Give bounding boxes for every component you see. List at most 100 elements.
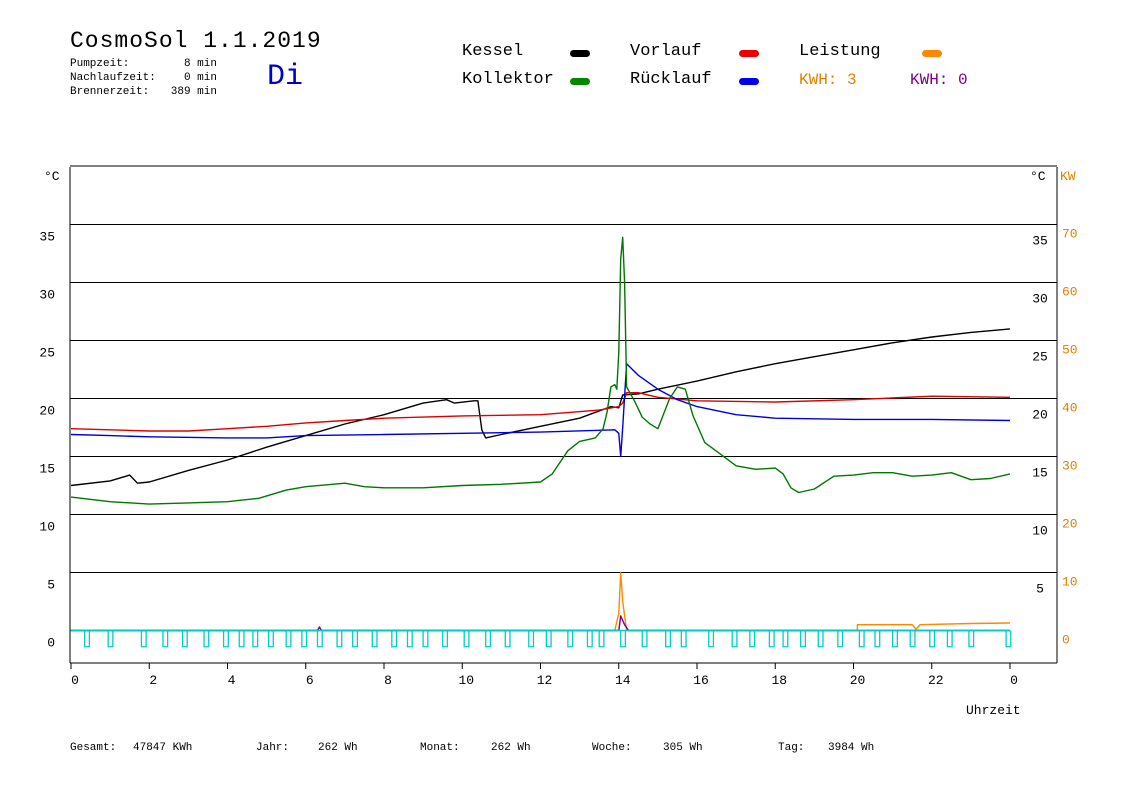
pump-pulse-17 <box>406 630 413 648</box>
pump-pulse-43 <box>909 630 916 648</box>
pump-pulse-29 <box>641 630 648 648</box>
pump-pulse-20 <box>463 630 470 648</box>
pump-pulse-41 <box>874 630 881 648</box>
y-tick-right-kw-40: 40 <box>1062 401 1078 416</box>
x-tick-2: 4 <box>228 673 236 688</box>
chart-grid <box>70 224 1057 669</box>
pump-pulse-21 <box>485 630 492 648</box>
y-tick-left-20: 20 <box>39 404 55 419</box>
footer-monat-label: Monat: <box>420 742 460 754</box>
chart-axes <box>69 165 1058 664</box>
footer-jahr-label: Jahr: <box>256 742 290 754</box>
pump-pulse-1 <box>107 630 114 648</box>
y-tick-right-kw-0: 0 <box>1062 633 1070 648</box>
y-tick-right-c-30: 30 <box>1032 292 1048 307</box>
footer-woche-label: Woche: <box>592 742 632 754</box>
y-tick-right-c-15: 15 <box>1032 466 1048 481</box>
pump-pulse-28 <box>620 630 627 648</box>
x-tick-4: 8 <box>384 673 392 688</box>
series-kessel <box>70 328 1011 487</box>
temperature-chart: °C °C KW Uhrzeit 05101520253035510152025… <box>39 165 1078 718</box>
x-tick-5: 10 <box>458 673 474 688</box>
x-tick-9: 18 <box>771 673 787 688</box>
x-tick-6: 12 <box>537 673 553 688</box>
series-leistung <box>71 571 1011 632</box>
y-tick-right-kw-20: 20 <box>1062 517 1078 532</box>
x-tick-12: 0 <box>1010 673 1018 688</box>
pump-pulses <box>70 629 1012 648</box>
pump-pulse-45 <box>946 630 953 648</box>
y-tick-right-kw-50: 50 <box>1062 343 1078 358</box>
pump-pulse-25 <box>567 630 574 648</box>
pump-pulse-46 <box>968 630 975 648</box>
pump-pulse-32 <box>708 630 715 648</box>
y-tick-left-25: 25 <box>39 346 55 361</box>
pump-pulse-39 <box>837 630 844 648</box>
series-r-cklauf <box>70 363 1011 458</box>
pump-pulse-35 <box>768 630 775 648</box>
pump-pulse-0 <box>84 630 91 648</box>
right-unit-label-c: °C <box>1030 169 1046 184</box>
x-tick-8: 16 <box>693 673 709 688</box>
pump-pulse-24 <box>545 630 552 648</box>
footer-monat-value: 262 Wh <box>491 742 531 754</box>
x-tick-1: 2 <box>149 673 157 688</box>
pump-pulse-38 <box>817 630 824 648</box>
y-tick-left-35: 35 <box>39 230 55 245</box>
x-tick-0: 0 <box>71 673 79 688</box>
x-tick-10: 20 <box>850 673 866 688</box>
pump-pulse-16 <box>391 630 398 648</box>
pump-pulse-37 <box>800 630 807 648</box>
y-tick-right-c-25: 25 <box>1032 350 1048 365</box>
pump-pulse-44 <box>929 630 936 648</box>
footer-jahr-value: 262 Wh <box>318 742 358 754</box>
x-axis-label: Uhrzeit <box>966 703 1021 718</box>
pump-pulse-12 <box>316 630 323 648</box>
footer-tag-label: Tag: <box>778 742 805 754</box>
pump-pulse-47 <box>1005 630 1012 648</box>
y-tick-right-c-10: 10 <box>1032 524 1048 539</box>
pump-pulse-13 <box>336 630 343 648</box>
pump-pulse-15 <box>371 630 378 648</box>
footer-gesamt-label: Gesamt: <box>70 742 117 754</box>
x-tick-3: 6 <box>306 673 314 688</box>
pump-pulse-3 <box>162 630 169 648</box>
y-tick-right-c-5: 5 <box>1036 582 1044 597</box>
footer-gesamt-value: 47847 KWh <box>133 742 193 754</box>
series-kwh <box>71 615 1010 632</box>
x-tick-7: 14 <box>615 673 631 688</box>
right-unit-label-kw: KW <box>1060 169 1076 184</box>
y-tick-right-kw-10: 10 <box>1062 575 1078 590</box>
pump-pulse-8 <box>252 630 259 648</box>
footer-tag-value: 3984 Wh <box>828 742 875 754</box>
x-tick-11: 22 <box>928 673 944 688</box>
y-tick-left-10: 10 <box>39 520 55 535</box>
pump-pulse-30 <box>665 630 672 648</box>
pump-pulse-4 <box>181 630 188 648</box>
footer-woche-value: 305 Wh <box>663 742 703 754</box>
pump-pulse-2 <box>140 630 147 648</box>
pump-pulse-14 <box>352 630 359 648</box>
y-tick-left-5: 5 <box>47 578 55 593</box>
y-tick-right-kw-60: 60 <box>1062 285 1078 300</box>
pump-pulse-23 <box>528 630 535 648</box>
y-tick-right-kw-70: 70 <box>1062 227 1078 242</box>
pump-pulse-10 <box>285 630 292 648</box>
pump-pulse-5 <box>203 630 210 648</box>
pump-pulse-18 <box>422 630 429 648</box>
pump-pulse-19 <box>442 630 449 648</box>
y-tick-left-0: 0 <box>47 636 55 651</box>
pump-pulse-7 <box>238 630 245 648</box>
pump-pulse-6 <box>222 630 229 648</box>
y-tick-right-c-35: 35 <box>1032 234 1048 249</box>
pump-pulse-31 <box>680 630 687 648</box>
left-unit-label: °C <box>44 169 60 184</box>
pump-pulse-26 <box>586 630 593 648</box>
y-tick-right-kw-30: 30 <box>1062 459 1078 474</box>
pump-pulse-22 <box>504 630 511 648</box>
pump-pulse-34 <box>749 630 756 648</box>
y-tick-left-15: 15 <box>39 462 55 477</box>
y-tick-left-30: 30 <box>39 288 55 303</box>
y-tick-right-c-20: 20 <box>1032 408 1048 423</box>
pump-pulse-40 <box>858 630 865 648</box>
